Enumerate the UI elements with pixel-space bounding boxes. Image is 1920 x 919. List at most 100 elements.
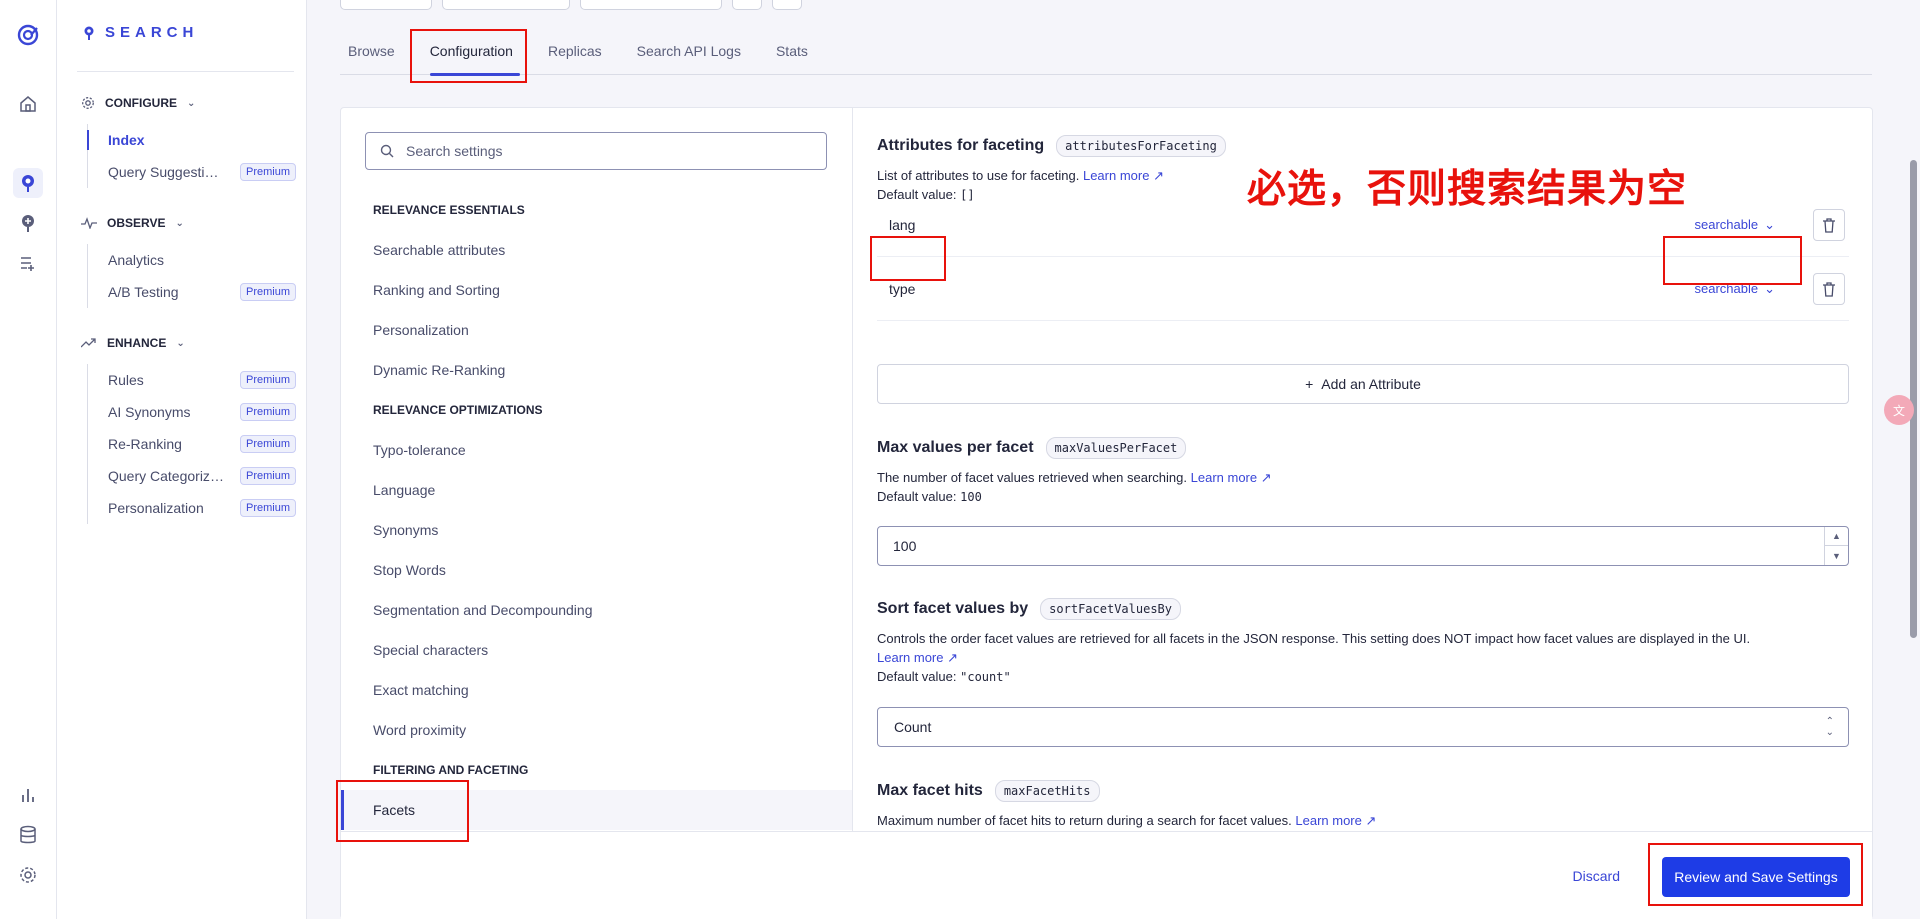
sort-facet-selected: Count: [894, 719, 932, 735]
sidebar-item-label: Re-Ranking: [108, 436, 182, 452]
sidebar-item-analytics[interactable]: Analytics: [88, 244, 297, 276]
section-enhance[interactable]: ENHANCE ⌄: [81, 336, 185, 350]
add-attribute-button[interactable]: + Add an Attribute: [877, 364, 1849, 404]
settings-search-input[interactable]: [406, 143, 806, 159]
max-values-input[interactable]: 100 ▲ ▼: [877, 526, 1849, 566]
increment-icon[interactable]: ▲: [1825, 527, 1848, 546]
max-hits-desc: Maximum number of facet hits to return d…: [877, 813, 1292, 828]
tab-browse[interactable]: Browse: [340, 30, 410, 75]
nav-item-exact-matching[interactable]: Exact matching: [341, 670, 852, 710]
nav-item-personalization[interactable]: Personalization: [341, 310, 852, 350]
brand-name: SEARCH: [105, 24, 199, 41]
max-hits-code: maxFacetHits: [994, 780, 1100, 802]
nav-item-word-proximity[interactable]: Word proximity: [341, 710, 852, 750]
number-stepper[interactable]: ▲ ▼: [1824, 527, 1848, 565]
settings-search[interactable]: [365, 132, 827, 170]
faceting-title-row: Attributes for faceting attributesForFac…: [877, 135, 1849, 157]
top-control[interactable]: [442, 0, 570, 10]
max-values-section: Max values per facet maxValuesPerFacet T…: [877, 437, 1849, 507]
discard-button[interactable]: Discard: [1573, 868, 1620, 884]
delete-attribute-button[interactable]: [1813, 272, 1845, 305]
sidebar-item-query-suggestions[interactable]: Query Suggestions Premium: [88, 156, 297, 188]
database-icon[interactable]: [13, 820, 43, 850]
home-icon[interactable]: [13, 89, 43, 119]
sort-facet-desc-block: Controls the order facet values are retr…: [877, 629, 1849, 687]
sidebar-item-label: AI Synonyms: [108, 404, 191, 420]
top-control[interactable]: [340, 0, 432, 10]
icon-rail: [0, 0, 57, 919]
sort-facet-code: sortFacetValuesBy: [1040, 598, 1181, 620]
top-control[interactable]: [580, 0, 722, 10]
top-icon-button[interactable]: [772, 0, 802, 10]
settings-nav-pane: RELEVANCE ESSENTIALS Searchable attribut…: [341, 108, 853, 831]
nav-item-stop-words[interactable]: Stop Words: [341, 550, 852, 590]
nav-item-typo-tolerance[interactable]: Typo-tolerance: [341, 430, 852, 470]
premium-badge: Premium: [240, 499, 297, 517]
faceting-code: attributesForFaceting: [1056, 135, 1226, 157]
search-pin-icon: [84, 26, 94, 40]
page-scrollbar[interactable]: [1908, 0, 1920, 919]
decrement-icon[interactable]: ▼: [1825, 546, 1848, 565]
faceting-title: Attributes for faceting: [877, 137, 1045, 154]
attribute-mode-dropdown[interactable]: searchable ⌄: [1694, 217, 1775, 233]
annotation-box-configuration-tab: [410, 29, 527, 83]
annotation-box-searchable: [1663, 236, 1802, 285]
learn-more-link[interactable]: Learn more: [1191, 470, 1257, 485]
bar-chart-icon[interactable]: [13, 780, 43, 810]
tab-replicas[interactable]: Replicas: [540, 30, 617, 75]
app-root: SEARCH CONFIGURE ⌄ Index Query Suggestio…: [0, 0, 1920, 919]
annotation-box-save: [1648, 843, 1863, 906]
learn-more-link[interactable]: Learn more: [877, 650, 943, 665]
annotation-box-lang: [870, 236, 946, 281]
list-add-icon[interactable]: [13, 248, 43, 278]
max-values-code: maxValuesPerFacet: [1045, 437, 1187, 459]
section-observe[interactable]: OBSERVE ⌄: [81, 216, 184, 230]
scrollbar-thumb[interactable]: [1910, 160, 1917, 638]
top-icon-button[interactable]: [732, 0, 762, 10]
section-label: CONFIGURE: [105, 96, 177, 110]
nav-item-segmentation[interactable]: Segmentation and Decompounding: [341, 590, 852, 630]
chevron-down-icon: ⌄: [1764, 216, 1775, 232]
sidebar: SEARCH CONFIGURE ⌄ Index Query Suggestio…: [57, 0, 307, 919]
recommend-icon[interactable]: [13, 208, 43, 238]
delete-attribute-button[interactable]: [1813, 208, 1845, 241]
section-configure[interactable]: CONFIGURE ⌄: [81, 96, 195, 110]
enhance-group: Rules Premium AI Synonyms Premium Re-Ranki…: [87, 364, 297, 524]
gear-icon[interactable]: [13, 860, 43, 890]
attribute-name: lang: [889, 216, 916, 233]
sidebar-divider: [77, 71, 294, 72]
learn-more-link[interactable]: Learn more: [1295, 813, 1361, 828]
translate-widget-icon[interactable]: 文: [1884, 395, 1914, 425]
sidebar-item-personalization[interactable]: Personalization Premium: [88, 492, 297, 524]
search-product-icon[interactable]: [13, 168, 43, 198]
index-tabs: Browse Configuration Replicas Search API…: [340, 30, 1872, 76]
external-link-icon: ↗: [1257, 470, 1272, 485]
algolia-logo-icon[interactable]: [13, 20, 43, 50]
sidebar-item-re-ranking[interactable]: Re-Ranking Premium: [88, 428, 297, 460]
tab-search-api-logs[interactable]: Search API Logs: [629, 30, 756, 75]
nav-item-synonyms[interactable]: Synonyms: [341, 510, 852, 550]
settings-nav: RELEVANCE ESSENTIALS Searchable attribut…: [341, 190, 852, 830]
sort-facet-section: Sort facet values by sortFacetValuesBy C…: [877, 598, 1849, 687]
brand: SEARCH: [83, 24, 198, 41]
learn-more-link[interactable]: Learn more: [1083, 168, 1149, 183]
premium-badge: Premium: [240, 283, 297, 301]
tab-stats[interactable]: Stats: [768, 30, 823, 75]
default-label: Default value:: [877, 669, 957, 684]
nav-heading-relevance-optimizations: RELEVANCE OPTIMIZATIONS: [373, 403, 543, 417]
sidebar-item-query-categorization[interactable]: Query Categorization Premium: [88, 460, 297, 492]
annotation-text: 必选，否则搜索结果为空: [1247, 167, 1688, 212]
sort-facet-title-row: Sort facet values by sortFacetValuesBy: [877, 598, 1849, 620]
sidebar-item-ai-synonyms[interactable]: AI Synonyms Premium: [88, 396, 297, 428]
sidebar-item-index[interactable]: Index: [87, 124, 297, 156]
sidebar-item-label: Personalization: [108, 500, 204, 516]
sidebar-item-ab-testing[interactable]: A/B Testing Premium: [88, 276, 297, 308]
nav-item-language[interactable]: Language: [341, 470, 852, 510]
nav-item-special-characters[interactable]: Special characters: [341, 630, 852, 670]
sort-facet-select[interactable]: Count ⌃ ⌄: [877, 707, 1849, 747]
nav-item-dynamic-re-ranking[interactable]: Dynamic Re-Ranking: [341, 350, 852, 390]
sidebar-item-rules[interactable]: Rules Premium: [88, 364, 297, 396]
nav-item-searchable-attributes[interactable]: Searchable attributes: [341, 230, 852, 270]
nav-item-ranking-and-sorting[interactable]: Ranking and Sorting: [341, 270, 852, 310]
premium-badge: Premium: [240, 371, 297, 389]
